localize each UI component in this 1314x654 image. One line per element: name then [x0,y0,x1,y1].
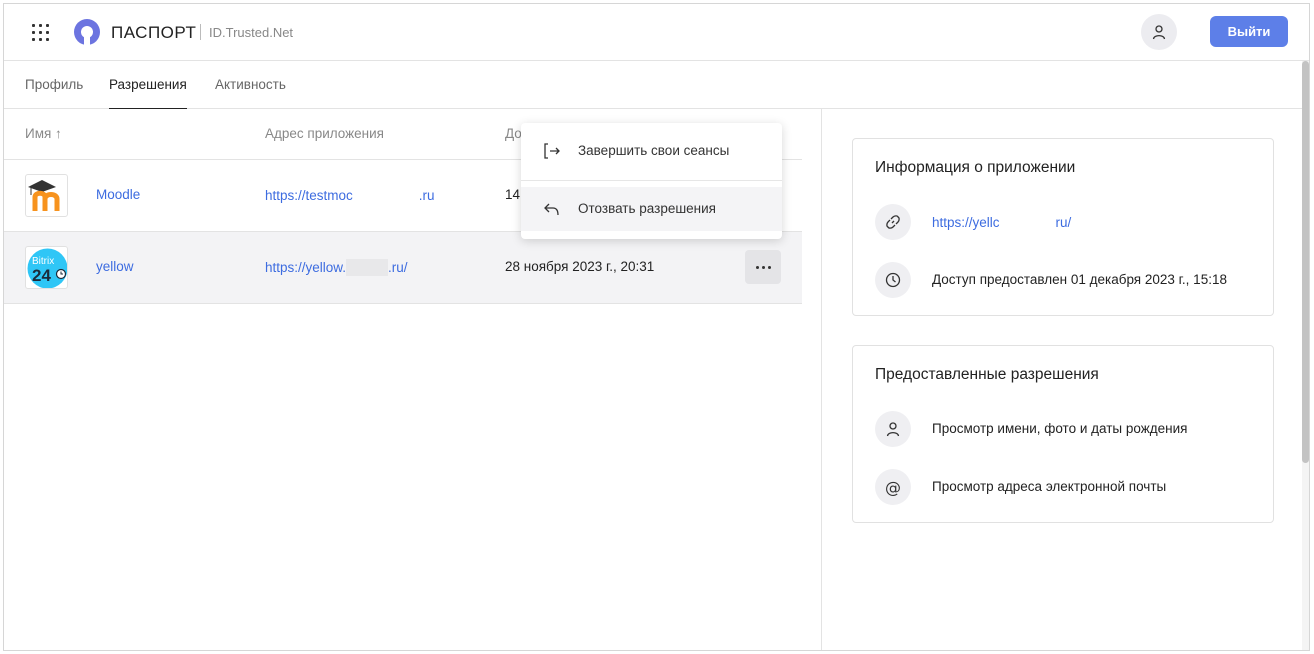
logout-button[interactable]: Выйти [1210,16,1288,47]
top-header: ПАСПОРТ ID.Trusted.Net Выйти [4,4,1309,61]
redacted-text [346,259,389,276]
app-info-card: Информация о приложении https://yellc ru/… [852,138,1274,316]
app-info-url-link[interactable]: https://yellc ru/ [932,214,1071,231]
redacted-text [999,214,1056,231]
brand-title: ПАСПОРТ [111,23,197,42]
app-info-url-start: https://yellc [932,215,1000,230]
moodle-logo-icon [25,174,68,217]
permission-label: Просмотр адреса электронной почты [932,479,1167,494]
actions-dropdown-menu: Завершить свои сеансы Отозвать разрешени… [521,123,782,239]
app-url-end: .ru/ [388,260,408,275]
table-row[interactable]: Bitrix 24 yellow https://yellow. .ru/ 28 … [4,232,802,304]
app-info-title: Информация о приложении [875,159,1076,176]
apps-grid-icon[interactable] [30,22,52,44]
app-info-access-row: Доступ предоставлен 01 декабря 2023 г., … [875,262,1255,298]
user-icon [875,411,911,447]
link-icon [875,204,911,240]
app-url-link[interactable]: https://yellow. .ru/ [265,259,408,276]
column-header-date: До [505,126,522,141]
app-url-start: https://yellow. [265,260,347,275]
app-url-link[interactable]: https://testmoc .ru [265,187,435,204]
permission-item: @ Просмотр адреса электронной почты [875,469,1255,505]
app-url-end: .ru [418,188,435,203]
app-info-url-end: ru/ [1055,215,1072,230]
bitrix24-logo-icon: Bitrix 24 [25,246,68,289]
tab-profile[interactable]: Профиль [25,61,83,109]
logo-cut [84,33,90,47]
column-header-url: Адрес приложения [265,126,384,141]
access-granted-text: Доступ предоставлен 01 декабря 2023 г., … [932,272,1227,287]
tab-activity[interactable]: Активность [215,61,286,109]
tab-permissions[interactable]: Разрешения [109,61,187,109]
undo-arrow-icon [544,203,559,216]
permission-item: Просмотр имени, фото и даты рождения [875,411,1255,447]
menu-item-label: Завершить свои сеансы [578,143,730,158]
logout-arrow-icon [544,143,560,159]
clock-icon [875,262,911,298]
column-header-name[interactable]: Имя ↑ [25,126,62,141]
app-date: 14 [505,187,521,202]
tab-bar: Профиль Разрешения Активность [4,61,1302,109]
app-url-start: https://testmoc [265,188,353,203]
permission-label: Просмотр имени, фото и даты рождения [932,421,1188,436]
app-name-link[interactable]: Moodle [96,187,140,202]
bitrix-label-bottom: 24 [32,266,51,285]
granted-permissions-card: Предоставленные разрешения Просмотр имен… [852,345,1274,523]
app-date: 28 ноября 2023 г., 20:31 [505,259,655,274]
user-icon [1152,25,1166,40]
menu-item-end-sessions[interactable]: Завершить свои сеансы [521,129,782,173]
more-actions-button[interactable] [745,250,781,284]
app-name-link[interactable]: yellow [96,259,134,274]
menu-item-revoke-permissions[interactable]: Отозвать разрешения [521,187,782,231]
brand-subtitle: ID.Trusted.Net [209,25,294,40]
menu-divider [521,180,782,181]
redacted-text [352,187,419,204]
menu-item-label: Отозвать разрешения [578,201,716,216]
scrollbar-thumb[interactable] [1302,61,1309,463]
app-window: ПАСПОРТ ID.Trusted.Net Выйти Профиль Раз… [3,3,1310,651]
brand-divider [200,24,201,40]
app-info-url-row: https://yellc ru/ [875,204,1255,240]
granted-permissions-title: Предоставленные разрешения [875,366,1099,383]
user-avatar-button[interactable] [1141,14,1177,50]
at-sign-icon: @ [875,469,911,505]
